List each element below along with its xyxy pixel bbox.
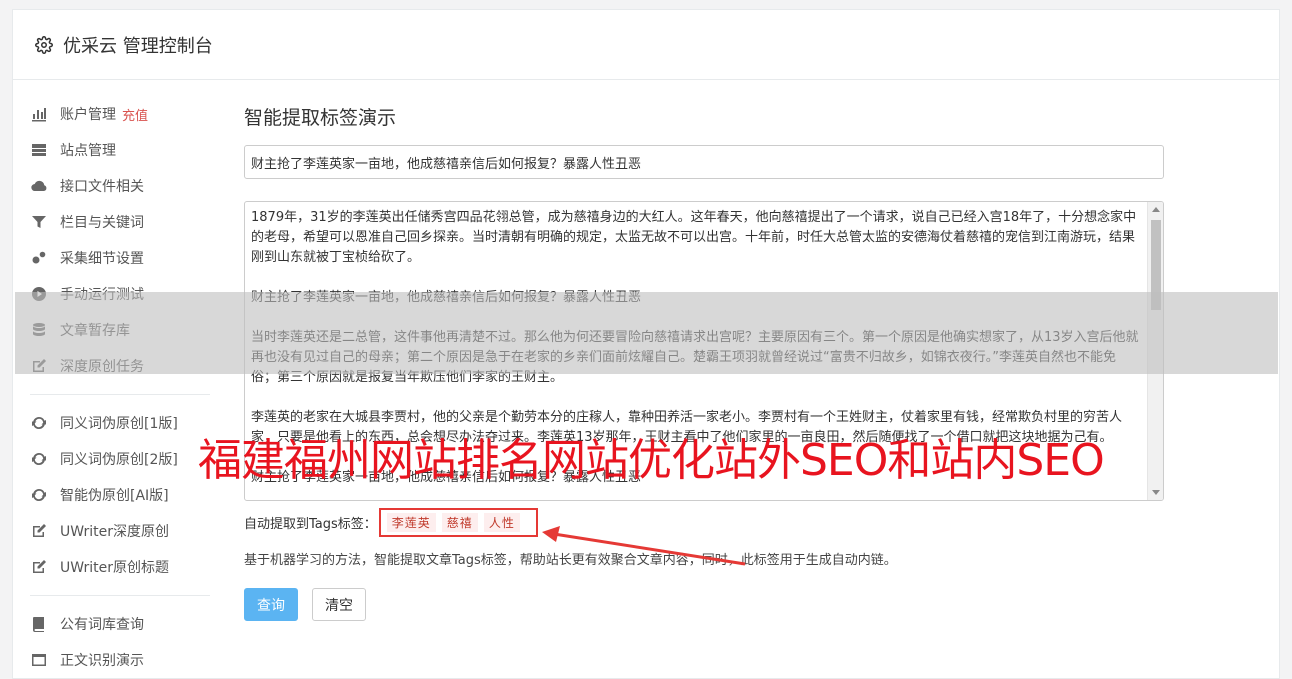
scroll-down-arrow-icon[interactable] bbox=[1152, 490, 1160, 495]
sidebar-item[interactable]: 站点管理 bbox=[30, 132, 210, 168]
title-input[interactable] bbox=[244, 145, 1164, 179]
sidebar-item[interactable]: 采集细节设置 bbox=[30, 240, 210, 276]
database-icon bbox=[30, 321, 48, 339]
sidebar-item-label: 同义词伪原创[1版] bbox=[60, 416, 178, 432]
refresh-icon bbox=[30, 450, 48, 468]
window-icon bbox=[30, 651, 48, 669]
sidebar-divider bbox=[30, 394, 210, 395]
sidebar-item-label: 智能伪原创[AI版] bbox=[60, 488, 169, 504]
sidebar-item[interactable]: 公有词库查询 bbox=[30, 606, 210, 642]
sidebar-item[interactable]: 深度原创任务 bbox=[30, 348, 210, 384]
refresh-icon bbox=[30, 414, 48, 432]
sidebar-item[interactable]: 同义词伪原创[1版] bbox=[30, 405, 210, 441]
sidebar-item[interactable]: 同义词伪原创[2版] bbox=[30, 441, 210, 477]
sidebar-item-label: 栏目与关键词 bbox=[60, 215, 144, 231]
edit-icon bbox=[30, 558, 48, 576]
sidebar-item-label: 文章暂存库 bbox=[60, 323, 130, 339]
textarea-scrollbar[interactable] bbox=[1147, 202, 1163, 500]
content-paragraph: 财主抢了李莲英家一亩地，他成慈禧亲信后如何报复？暴露人性丑恶 bbox=[251, 290, 642, 305]
sidebar-item-label: 正文识别演示 bbox=[60, 653, 144, 669]
button-row: 查询 清空 bbox=[244, 588, 1164, 621]
panel-header: 优采云 管理控制台 bbox=[13, 10, 1279, 80]
edit-icon bbox=[30, 522, 48, 540]
cloud-upload-icon bbox=[30, 177, 48, 195]
sidebar-item[interactable]: UWriter原创标题 bbox=[30, 549, 210, 585]
content-paragraph: 1879年，31岁的李莲英出任储秀宫四品花翎总管，成为慈禧身边的大红人。这年春天… bbox=[251, 210, 1137, 265]
sidebar: 账户管理 充值站点管理接口文件相关 栏目与关键词 采集细节设置 手动运行测试 文章暂存库深… bbox=[30, 96, 210, 678]
sidebar-item-label: 站点管理 bbox=[60, 143, 116, 159]
play-circle-icon bbox=[30, 285, 48, 303]
sidebar-item-label: UWriter深度原创 bbox=[60, 524, 169, 540]
section-heading: 智能提取标签演示 bbox=[244, 107, 397, 129]
sidebar-item-label: 接口文件相关 bbox=[60, 179, 144, 195]
recharge-link[interactable]: 充值 bbox=[122, 105, 148, 124]
sidebar-item[interactable]: 账户管理 充值 bbox=[30, 96, 210, 132]
filter-icon bbox=[30, 213, 48, 231]
clear-button[interactable]: 清空 bbox=[312, 588, 366, 621]
sidebar-item[interactable]: UWriter深度原创 bbox=[30, 513, 210, 549]
sidebar-item-label: UWriter原创标题 bbox=[60, 560, 169, 576]
scroll-thumb[interactable] bbox=[1151, 220, 1161, 310]
edit-icon bbox=[30, 357, 48, 375]
arrow-annotation-icon bbox=[542, 526, 746, 566]
sidebar-item[interactable]: 智能伪原创[AI版] bbox=[30, 477, 210, 513]
sidebar-item[interactable]: 栏目与关键词 bbox=[30, 204, 210, 240]
sidebar-item-label: 手动运行测试 bbox=[60, 287, 144, 303]
sidebar-item[interactable]: 接口文件相关 bbox=[30, 168, 210, 204]
bar-chart-icon bbox=[30, 105, 48, 123]
tag-chip[interactable]: 李莲英 bbox=[386, 512, 436, 532]
sidebar-item[interactable]: 手动运行测试 bbox=[30, 276, 210, 312]
sidebar-item-label: 深度原创任务 bbox=[60, 359, 144, 375]
sidebar-item-label: 采集细节设置 bbox=[60, 251, 144, 267]
server-icon bbox=[30, 141, 48, 159]
tag-chip[interactable]: 人性 bbox=[483, 512, 520, 532]
sidebar-item[interactable]: 正文识别演示 bbox=[30, 642, 210, 678]
refresh-icon bbox=[30, 486, 48, 504]
book-icon bbox=[30, 615, 48, 633]
tags-box: 李莲英 慈禧 人性 bbox=[378, 507, 538, 537]
sidebar-item[interactable]: 文章暂存库 bbox=[30, 312, 210, 348]
cogs-icon bbox=[30, 249, 48, 267]
watermark-text: 福建福州网站排名网站优化站外SEO和站内SEO bbox=[198, 435, 1105, 486]
gear-icon bbox=[35, 35, 53, 54]
content-paragraph: 当时李莲英还是二总管，这件事他再清楚不过。那么他为何还要冒险向慈禧请求出宫呢？主… bbox=[251, 330, 1139, 385]
sidebar-divider bbox=[30, 595, 210, 596]
sidebar-item-label: 账户管理 bbox=[60, 107, 116, 123]
tags-label: 自动提取到Tags标签： bbox=[244, 516, 377, 532]
query-button[interactable]: 查询 bbox=[244, 588, 298, 621]
tag-chip[interactable]: 慈禧 bbox=[441, 512, 478, 532]
sidebar-item-label: 同义词伪原创[2版] bbox=[60, 452, 178, 468]
sidebar-item-label: 公有词库查询 bbox=[60, 617, 144, 633]
scroll-up-arrow-icon[interactable] bbox=[1152, 207, 1160, 212]
page-title: 优采云 管理控制台 bbox=[63, 35, 213, 57]
